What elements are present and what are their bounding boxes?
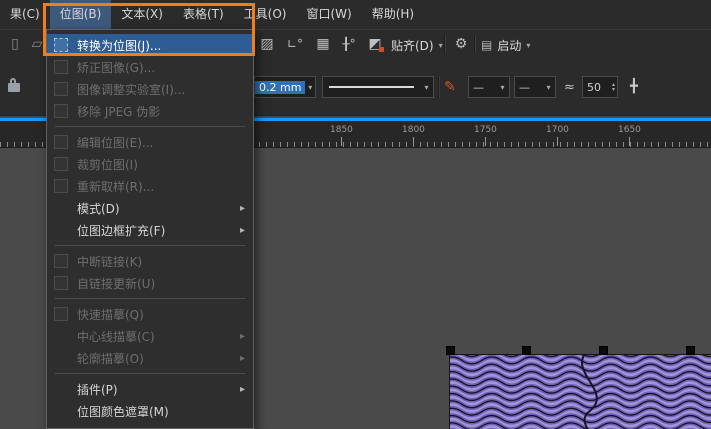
smoothing-value-field[interactable]: 50 ▴▾: [582, 76, 618, 98]
lock-icon[interactable]: [8, 83, 20, 92]
ruler-number: 1650: [618, 125, 641, 135]
new-document-icon[interactable]: ▯: [4, 33, 26, 55]
menu-item[interactable]: 快速描摹(Q) ▸: [47, 303, 253, 325]
menubar-item[interactable]: 工具(O): [234, 0, 297, 29]
chevron-down-icon: ▾: [439, 41, 443, 50]
snap-dropdown[interactable]: 贴齐(D) ▾: [391, 37, 443, 53]
arrowhead-end-combo[interactable]: — ▾: [514, 76, 556, 98]
line-style-combo[interactable]: ▾: [322, 76, 434, 98]
convert-to-bitmap-icon: [54, 38, 68, 52]
coreldraw-window: 果(C) 位图(B) 文本(X) 表格(T) 工具(O) 窗口(W) 帮助(: [0, 0, 711, 429]
chevron-down-icon: ▾: [305, 83, 315, 92]
menu-item[interactable]: 位图边框扩充(F) ▸: [47, 219, 253, 241]
ruler-number: 1800: [402, 125, 425, 135]
menu-item[interactable]: 位图颜色遮罩(M) ▸: [47, 400, 253, 422]
ruler-number: 1850: [330, 125, 353, 135]
menu-item[interactable]: 中断链接(K) ▸: [47, 250, 253, 272]
stepper-arrows-icon[interactable]: ▴▾: [612, 82, 617, 92]
menu-item-icon: [54, 329, 68, 343]
ruler-number: 1700: [546, 125, 569, 135]
menu-item[interactable]: 图像调整实验室(I)... ▸: [47, 78, 253, 100]
selection-handle[interactable]: [523, 347, 530, 354]
chevron-down-icon: ▾: [542, 83, 555, 92]
smoothing-value: 50: [583, 81, 605, 94]
menu-item[interactable]: 自链接更新(U) ▸: [47, 272, 253, 294]
menu-item[interactable]: 模式(D) ▸: [47, 197, 253, 219]
menubar: 果(C) 位图(B) 文本(X) 表格(T) 工具(O) 窗口(W) 帮助(: [0, 0, 711, 29]
crop-bitmap-icon: [54, 157, 68, 171]
quick-trace-icon: [54, 307, 68, 321]
menu-item[interactable]: 编辑位图(E)... ▸: [47, 131, 253, 153]
selection-handle[interactable]: [687, 347, 694, 354]
straighten-image-icon: [54, 60, 68, 74]
menu-separator: ▸: [55, 373, 245, 374]
chevron-down-icon: ▾: [496, 83, 509, 92]
line-style-swatch: [329, 86, 414, 88]
menu-item-icon: [54, 223, 68, 237]
break-link-icon: [54, 254, 68, 268]
submenu-arrow-icon: ▸: [240, 353, 245, 364]
image-adjust-lab-icon: [54, 82, 68, 96]
submenu-arrow-icon: ▸: [240, 384, 245, 395]
menu-item-icon: [54, 382, 68, 396]
menu-item[interactable]: 矫正图像(G)... ▸: [47, 56, 253, 78]
resample-bitmap-icon: [54, 179, 68, 193]
menubar-item[interactable]: 帮助(H): [362, 0, 424, 29]
menu-item[interactable]: 轮廓描摹(O) ▸: [47, 347, 253, 369]
propbar-separator: [438, 76, 440, 98]
snap-target-icon[interactable]: ◩: [364, 33, 386, 55]
submenu-arrow-icon: ▸: [240, 225, 245, 236]
selected-object-waves: [450, 355, 711, 429]
outline-width-value: 0.2 mm: [255, 81, 305, 94]
crosshair-icon[interactable]: ╋: [630, 79, 638, 94]
guidelines-icon[interactable]: ╂°: [338, 33, 360, 55]
brush-icon[interactable]: ✎: [444, 79, 456, 95]
smoothing-icon: ≈: [564, 80, 575, 95]
menu-item-icon: [54, 404, 68, 418]
grid-icon[interactable]: ▦: [312, 33, 334, 55]
submenu-arrow-icon: ▸: [240, 331, 245, 342]
menu-item[interactable]: 转换为位图(J)... ▸: [47, 34, 253, 56]
arrowhead-start-combo[interactable]: — ▾: [468, 76, 510, 98]
menu-separator: ▸: [55, 245, 245, 246]
menubar-item[interactable]: 文本(X): [111, 0, 173, 29]
chevron-down-icon: ▾: [420, 83, 433, 92]
launcher-icon: ▤: [481, 38, 492, 52]
toolbar-separator: [444, 35, 446, 53]
menu-separator: ▸: [55, 298, 245, 299]
chevron-down-icon: ▾: [526, 41, 530, 50]
selection-handle[interactable]: [600, 347, 607, 354]
arrowhead-end-value: —: [515, 81, 534, 94]
menubar-item[interactable]: 表格(T): [173, 0, 234, 29]
options-gear-icon[interactable]: ⚙: [450, 33, 472, 55]
launch-dropdown[interactable]: ▤ 启动 ▾: [481, 37, 530, 53]
menubar-item[interactable]: 果(C): [0, 0, 50, 29]
menubar-item[interactable]: 位图(B): [50, 0, 112, 29]
menubar-item[interactable]: 窗口(W): [296, 0, 361, 29]
menu-item-icon: [54, 201, 68, 215]
rulers-icon[interactable]: ∟°: [284, 33, 306, 55]
menu-item-icon: [54, 351, 68, 365]
update-link-icon: [54, 276, 68, 290]
edit-bitmap-icon: [54, 135, 68, 149]
toolbar-separator: [474, 35, 476, 53]
open-document-icon[interactable]: ▱: [26, 33, 48, 55]
menu-item[interactable]: 插件(P) ▸: [47, 378, 253, 400]
outline-width-combo[interactable]: 0.2 mm ▾: [254, 76, 316, 98]
remove-jpeg-artifacts-icon: [54, 104, 68, 118]
ruler-number: 1750: [474, 125, 497, 135]
menu-item[interactable]: 中心线描摹(C) ▸: [47, 325, 253, 347]
arrowhead-start-value: —: [469, 81, 488, 94]
menu-separator: ▸: [55, 126, 245, 127]
submenu-arrow-icon: ▸: [240, 203, 245, 214]
menu-item[interactable]: 移除 JPEG 伪影 ▸: [47, 100, 253, 122]
bitmap-menu-popup: 转换为位图(J)... ▸ 矫正图像(G)... ▸ 图像调整实验室(I)...…: [46, 29, 254, 429]
picture-export-icon[interactable]: ▨: [256, 33, 278, 55]
selected-object[interactable]: [449, 354, 711, 429]
menu-item[interactable]: 裁剪位图(I) ▸: [47, 153, 253, 175]
selection-handle[interactable]: [447, 347, 454, 354]
menu-item[interactable]: 重新取样(R)... ▸: [47, 175, 253, 197]
